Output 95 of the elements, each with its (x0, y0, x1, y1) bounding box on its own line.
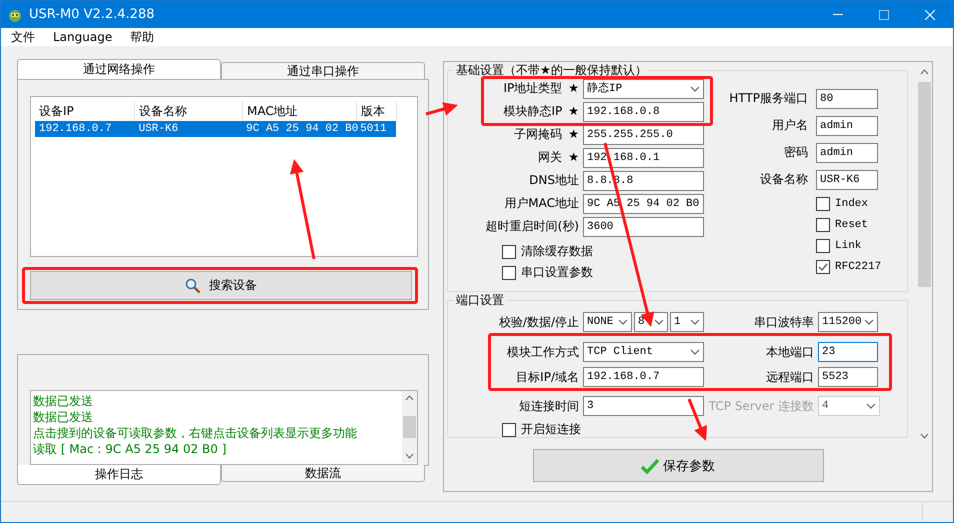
required-mark-label: ★ (568, 150, 579, 164)
log-line: 数据已发送 (33, 409, 94, 425)
input-field[interactable]: admin (816, 116, 878, 136)
field-label: TCP Server 连接数 (708, 398, 814, 414)
field-label: 短连接时间 (518, 398, 579, 414)
input-field[interactable]: 80 (816, 89, 878, 109)
input-field[interactable]: admin (816, 143, 878, 163)
table-cell-text: 5011 (359, 122, 388, 137)
search-icon (185, 278, 201, 294)
field-label: 本地端口 (765, 344, 814, 360)
checkbox[interactable] (502, 244, 516, 258)
input-field[interactable]: 23 (818, 342, 878, 362)
checkbox-label: Index (835, 198, 868, 210)
input-field[interactable]: 255.255.255.0 (583, 125, 704, 145)
checkbox[interactable] (816, 218, 830, 232)
input-field[interactable]: 5523 (818, 367, 878, 387)
field-label: 远程端口 (765, 368, 814, 386)
dropdown-caret-icon (618, 319, 628, 325)
parity-select[interactable]: NONE (583, 312, 632, 332)
checkbox-label: 开启短连接 (521, 421, 581, 438)
tab[interactable]: 通过网络操作 (17, 59, 221, 79)
field-label: 模块工作方式 (506, 344, 579, 360)
stop-bits-select[interactable]: 1 (670, 312, 704, 332)
required-mark-label: ★ (568, 81, 579, 95)
field-label: HTTP服务端口 (728, 90, 808, 107)
field-label: 用户名 (771, 117, 808, 134)
table-cell-text: USR-K6 (138, 122, 180, 137)
device-row[interactable]: 192.168.0.7 USR-K6 9C A5 25 94 02 B0 5011 (35, 121, 396, 137)
checkbox-label: 串口设置参数 (521, 264, 593, 281)
dropdown-caret-icon (866, 403, 876, 409)
checkbox-label: Reset (835, 218, 868, 230)
maximize-icon (879, 10, 889, 20)
field-label: IP地址类型 (503, 81, 562, 95)
input-field[interactable]: 192.168.0.7 (583, 367, 704, 387)
menu-item[interactable]: 帮助 (130, 28, 154, 46)
tab[interactable]: 通过串口操作 (221, 62, 425, 79)
checkbox[interactable] (816, 238, 830, 252)
checkbox-label: Link (835, 240, 862, 252)
input-field[interactable]: 192.168.0.8 (583, 102, 704, 122)
dropdown-caret-icon (654, 319, 664, 325)
field-label: 校验/数据/停止 (498, 314, 579, 330)
field-label: 密码 (783, 144, 808, 161)
dropdown-caret-icon (864, 319, 874, 325)
input-field[interactable]: 3600 (583, 217, 704, 237)
dropdown-caret-icon (690, 86, 700, 92)
checkbox[interactable] (502, 266, 516, 280)
input-field[interactable]: USR-K6 (816, 170, 878, 190)
field-label: 网关 (538, 150, 562, 164)
ip-type-select[interactable]: 静态IP (583, 79, 704, 99)
scroll-up-icon[interactable] (405, 395, 414, 401)
annotation-arrow (426, 102, 458, 116)
connection-count-select[interactable]: 4 (818, 396, 880, 416)
log-line: 数据已发送 (33, 393, 94, 409)
group-title: 端口设置 (455, 292, 505, 309)
minimize-icon (833, 14, 843, 15)
work-mode-select[interactable]: TCP Client (583, 342, 704, 362)
tab[interactable]: 数据流 (221, 465, 425, 482)
field-label: 超时重启时间(秒) (486, 219, 579, 233)
required-mark-label: ★ (568, 104, 579, 118)
checkbox[interactable] (816, 196, 830, 210)
search-button[interactable]: 搜索设备 (30, 271, 412, 300)
scrollbar[interactable] (402, 391, 417, 463)
checkbox[interactable] (816, 260, 830, 274)
field-label: 串口波特率 (753, 314, 814, 330)
table-cell-text: 192.168.0.7 (38, 122, 113, 137)
field-label: 用户MAC地址 (504, 196, 579, 210)
dropdown-caret-icon (690, 349, 700, 355)
log-line: 读取 [ Mac : 9C A5 25 94 02 B0 ] (33, 441, 228, 457)
log-line: 点击搜到的设备可读取参数，右键点击设备列表显示更多功能 (33, 425, 358, 441)
scroll-up-icon[interactable] (920, 69, 929, 75)
field-label: 目标IP/域名 (515, 368, 579, 386)
checkbox-label: RFC2217 (835, 260, 882, 272)
field-label: 子网掩码 (514, 127, 562, 141)
table-cell-text: 9C A5 25 94 02 B0 (245, 122, 356, 137)
checkbox[interactable] (502, 422, 516, 436)
field-label: 设备名称 (759, 171, 808, 188)
dropdown-caret-icon (690, 319, 700, 325)
window-title: USR-M0 V2.2.4.288 (29, 7, 156, 22)
checkbox-label: 清除缓存数据 (521, 243, 593, 260)
checkmark-icon (641, 458, 659, 474)
close-icon (925, 10, 935, 20)
scroll-down-icon[interactable] (405, 453, 414, 459)
field-label: DNS地址 (529, 173, 579, 187)
field-label: 模块静态IP (503, 104, 562, 118)
input-field[interactable]: 9C A5 25 94 02 B0 (583, 194, 704, 214)
menu-item[interactable]: Language (53, 30, 112, 44)
annotation-arrow (688, 398, 708, 441)
group-title: 基础设置（不带★的一般保持默认） (455, 62, 648, 79)
menu-item[interactable]: 文件 (11, 28, 35, 46)
input-field[interactable]: 3 (583, 396, 704, 416)
save-button[interactable]: 保存参数 (532, 449, 824, 482)
required-mark-label: ★ (568, 127, 579, 141)
tab[interactable]: 操作日志 (17, 465, 221, 485)
scroll-down-icon[interactable] (920, 433, 929, 439)
baud-rate-select[interactable]: 115200 (818, 312, 878, 332)
